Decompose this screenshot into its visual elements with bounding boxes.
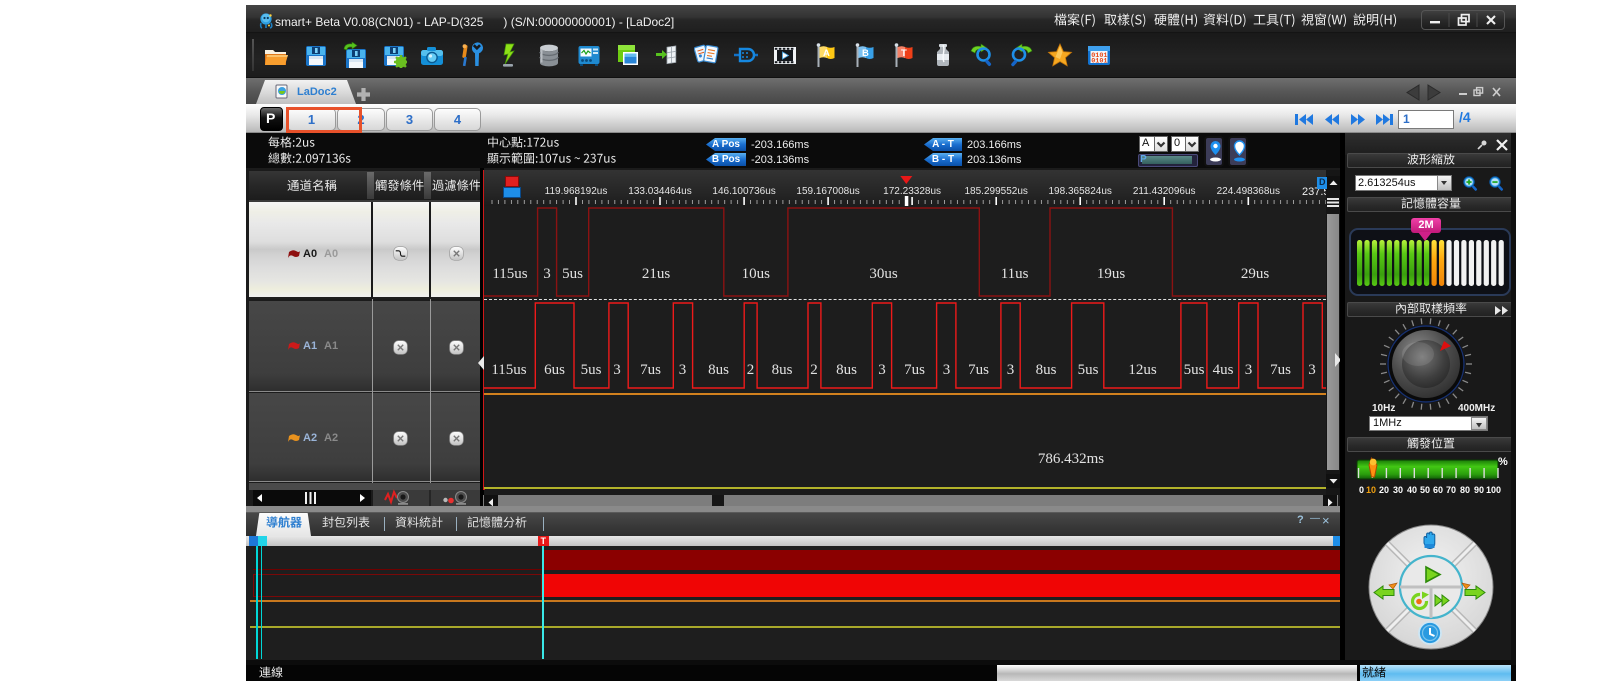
svg-text:4us: 4us <box>1213 362 1234 378</box>
svg-text:146.100736us: 146.100736us <box>712 186 775 197</box>
svg-text:211.432096us: 211.432096us <box>1133 186 1196 197</box>
svg-text:7us: 7us <box>640 362 661 378</box>
svg-text:185.299552us: 185.299552us <box>964 186 1027 197</box>
svg-text:5us: 5us <box>562 266 583 282</box>
svg-text:B: B <box>862 48 869 59</box>
svg-text:2: 2 <box>747 362 755 378</box>
svg-text:119.968192us: 119.968192us <box>545 186 608 197</box>
svg-text:8us: 8us <box>708 362 729 378</box>
svg-text:3: 3 <box>613 362 621 378</box>
svg-text:3: 3 <box>1007 362 1015 378</box>
svg-text:0101: 0101 <box>1091 58 1107 66</box>
svg-text:159.167008us: 159.167008us <box>796 186 859 197</box>
svg-text:115us: 115us <box>491 362 526 378</box>
svg-text:T: T <box>901 48 907 59</box>
svg-text:224.498368us: 224.498368us <box>1217 186 1280 197</box>
svg-text:6us: 6us <box>544 362 565 378</box>
svg-text:172.23328us: 172.23328us <box>883 186 941 197</box>
svg-text:115us: 115us <box>492 266 527 282</box>
svg-text:30us: 30us <box>869 266 898 282</box>
svg-text:133.034464us: 133.034464us <box>628 186 691 197</box>
svg-text:2: 2 <box>810 362 818 378</box>
svg-text:5us: 5us <box>581 362 602 378</box>
svg-text:7us: 7us <box>904 362 925 378</box>
svg-text:12us: 12us <box>1128 362 1157 378</box>
svg-text:3: 3 <box>878 362 886 378</box>
svg-text:11us: 11us <box>1001 266 1029 282</box>
svg-text:3: 3 <box>679 362 687 378</box>
svg-text:3: 3 <box>943 362 951 378</box>
svg-text:10us: 10us <box>742 266 771 282</box>
svg-text:3: 3 <box>1245 362 1253 378</box>
svg-text:3: 3 <box>1308 362 1316 378</box>
svg-text:5us: 5us <box>1078 362 1099 378</box>
svg-text:8us: 8us <box>836 362 857 378</box>
svg-text:786.432ms: 786.432ms <box>1038 451 1104 467</box>
svg-text:7us: 7us <box>1270 362 1291 378</box>
svg-text:8us: 8us <box>1036 362 1057 378</box>
svg-text:7us: 7us <box>968 362 989 378</box>
svg-text:5us: 5us <box>1184 362 1205 378</box>
svg-text:19us: 19us <box>1097 266 1126 282</box>
svg-text:3: 3 <box>543 266 551 282</box>
svg-text:A: A <box>823 48 830 59</box>
svg-text:198.365824us: 198.365824us <box>1048 186 1111 197</box>
svg-text:8us: 8us <box>772 362 793 378</box>
svg-text:21us: 21us <box>642 266 671 282</box>
svg-text:29us: 29us <box>1241 266 1270 282</box>
